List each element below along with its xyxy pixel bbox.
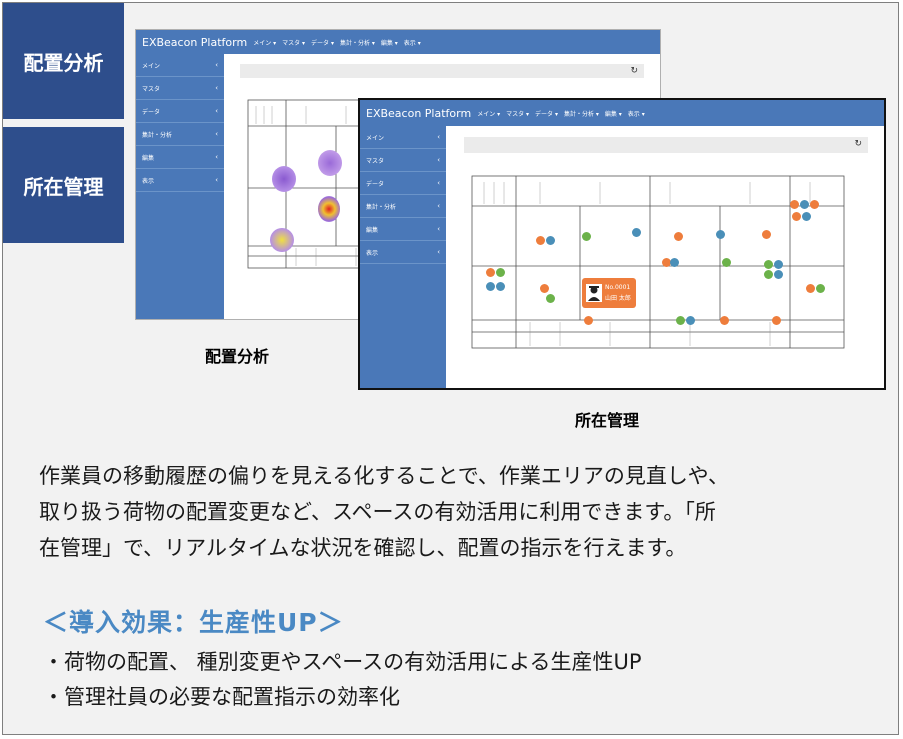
heatmap-spot <box>270 228 294 252</box>
worker-marker[interactable] <box>496 268 505 277</box>
caption-location-management: 所在管理 <box>575 411 640 430</box>
refresh-icon[interactable]: ↻ <box>854 139 862 149</box>
effect-bullet: ・管理社員の必要な配置指示の効率化 <box>43 685 400 709</box>
sidebar-item-master[interactable]: マスタ ‹ <box>136 77 224 100</box>
nav-view[interactable]: 表示 ▾ <box>404 38 421 47</box>
heatmap-spot <box>318 196 340 222</box>
worker-marker[interactable] <box>790 200 799 209</box>
worker-marker[interactable] <box>806 284 815 293</box>
tab-placement-label: 配置分析 <box>23 50 104 75</box>
worker-marker[interactable] <box>582 232 591 241</box>
worker-marker[interactable] <box>792 212 801 221</box>
nav-main[interactable]: メイン ▾ <box>477 109 500 118</box>
sidebar-item-view[interactable]: 表示 ‹ <box>136 169 224 192</box>
refresh-icon[interactable]: ↻ <box>630 66 638 76</box>
worker-marker[interactable] <box>536 236 545 245</box>
description-line: 在管理」で、リアルタイムな状況を確認し、配置の指示を行えます。 <box>39 536 687 560</box>
worker-marker[interactable] <box>800 200 809 209</box>
sidebar-item-main[interactable]: メイン ‹ <box>136 54 224 77</box>
app-sidebar: メイン ‹ マスタ ‹ データ ‹ 集計・分析 ‹ 編集 ‹ 表示 ‹ <box>360 126 446 388</box>
person-id: No.0001 <box>605 284 631 291</box>
worker-marker[interactable] <box>762 230 771 239</box>
worker-marker[interactable] <box>720 316 729 325</box>
worker-marker[interactable] <box>540 284 549 293</box>
nav-master[interactable]: マスタ ▾ <box>282 38 305 47</box>
nav-data[interactable]: データ ▾ <box>311 38 334 47</box>
content-panel: 配置分析 所在管理 EXBeacon Platform メイン ▾ マスタ ▾ … <box>2 2 899 735</box>
sidebar-item-main[interactable]: メイン ‹ <box>360 126 446 149</box>
worker-marker[interactable] <box>676 316 685 325</box>
floor-plan-drawing <box>471 175 845 349</box>
worker-marker[interactable] <box>774 270 783 279</box>
worker-marker[interactable] <box>802 212 811 221</box>
worker-marker[interactable] <box>546 294 555 303</box>
description-line: 作業員の移動履歴の偏りを見える化することで、作業エリアの見直しや、 <box>39 464 730 488</box>
description-paragraph: 作業員の移動履歴の偏りを見える化することで、作業エリアの見直しや、 取り扱う荷物… <box>39 458 879 566</box>
search-bar[interactable]: ↻ <box>464 137 868 153</box>
sidebar-item-analysis[interactable]: 集計・分析 ‹ <box>360 195 446 218</box>
worker-marker[interactable] <box>764 270 773 279</box>
worker-marker[interactable] <box>486 268 495 277</box>
sidebar-item-edit[interactable]: 編集 ‹ <box>360 218 446 241</box>
worker-marker[interactable] <box>772 316 781 325</box>
effect-bullet: ・荷物の配置、 種別変更やスペースの有効活用による生産性UP <box>43 650 642 674</box>
worker-marker[interactable] <box>686 316 695 325</box>
caption-placement-analysis: 配置分析 <box>205 347 270 366</box>
nav-analysis[interactable]: 集計・分析 ▾ <box>340 38 375 47</box>
sidebar-item-data[interactable]: データ ‹ <box>360 172 446 195</box>
worker-marker[interactable] <box>670 258 679 267</box>
worker-avatar-icon <box>586 284 602 302</box>
location-management-screenshot: EXBeacon Platform メイン ▾ マスタ ▾ データ ▾ 集計・分… <box>358 98 886 390</box>
effect-heading: ＜導入効果：生産性UP＞ <box>43 608 344 637</box>
worker-marker[interactable] <box>486 282 495 291</box>
sidebar-item-edit[interactable]: 編集 ‹ <box>136 146 224 169</box>
app-header: EXBeacon Platform メイン ▾ マスタ ▾ データ ▾ 集計・分… <box>136 30 660 54</box>
search-bar[interactable]: ↻ <box>240 64 644 78</box>
app-brand: EXBeacon Platform <box>142 35 248 49</box>
worker-marker[interactable] <box>816 284 825 293</box>
sidebar-item-view[interactable]: 表示 ‹ <box>360 241 446 264</box>
app-sidebar: メイン ‹ マスタ ‹ データ ‹ 集計・分析 ‹ 編集 ‹ 表示 ‹ <box>136 54 224 319</box>
heatmap-spot <box>318 150 342 176</box>
worker-marker[interactable] <box>810 200 819 209</box>
nav-master[interactable]: マスタ ▾ <box>506 109 529 118</box>
tab-placement-analysis[interactable]: 配置分析 <box>3 3 124 119</box>
nav-edit[interactable]: 編集 ▾ <box>381 38 398 47</box>
tab-location-management[interactable]: 所在管理 <box>3 127 124 243</box>
floor-plan-location: No.0001 山田 太郎 <box>470 170 846 352</box>
worker-marker[interactable] <box>584 316 593 325</box>
sidebar-item-analysis[interactable]: 集計・分析 ‹ <box>136 123 224 146</box>
nav-view[interactable]: 表示 ▾ <box>628 109 645 118</box>
nav-data[interactable]: データ ▾ <box>535 109 558 118</box>
worker-marker[interactable] <box>546 236 555 245</box>
worker-marker[interactable] <box>716 230 725 239</box>
heatmap-spot <box>272 166 296 192</box>
worker-marker[interactable] <box>722 258 731 267</box>
worker-marker[interactable] <box>632 228 641 237</box>
nav-analysis[interactable]: 集計・分析 ▾ <box>564 109 599 118</box>
worker-marker[interactable] <box>774 260 783 269</box>
sidebar-item-master[interactable]: マスタ ‹ <box>360 149 446 172</box>
app-brand: EXBeacon Platform <box>366 106 472 120</box>
worker-marker[interactable] <box>764 260 773 269</box>
tab-location-label: 所在管理 <box>23 174 104 199</box>
description-line: 取り扱う荷物の配置変更など、スペースの有効活用に利用できます。「所 <box>39 500 716 524</box>
nav-edit[interactable]: 編集 ▾ <box>605 109 622 118</box>
worker-marker[interactable] <box>496 282 505 291</box>
sidebar-item-data[interactable]: データ ‹ <box>136 100 224 123</box>
worker-marker[interactable] <box>674 232 683 241</box>
nav-main[interactable]: メイン ▾ <box>253 38 276 47</box>
person-info-card[interactable]: No.0001 山田 太郎 <box>582 278 636 308</box>
app-header: EXBeacon Platform メイン ▾ マスタ ▾ データ ▾ 集計・分… <box>360 100 884 126</box>
person-name: 山田 太郎 <box>605 295 631 302</box>
